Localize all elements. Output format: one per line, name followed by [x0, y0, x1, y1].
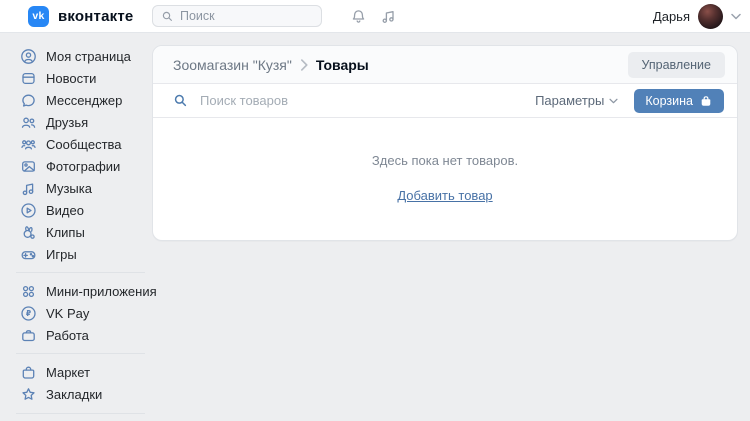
- sidebar-item-label: VK Pay: [46, 306, 89, 321]
- manage-button[interactable]: Управление: [628, 52, 726, 78]
- sidebar-item-label: Друзья: [46, 115, 88, 130]
- sidebar-item-news[interactable]: Новости: [0, 67, 152, 89]
- sidebar-item-label: Фотографии: [46, 159, 120, 174]
- sidebar-item-label: Новости: [46, 71, 96, 86]
- sidebar-item-friends[interactable]: Друзья: [0, 111, 152, 133]
- sidebar-item-label: Маркет: [46, 365, 90, 380]
- sidebar-item-label: Работа: [46, 328, 89, 343]
- sidebar-item-music[interactable]: Музыка: [0, 177, 152, 199]
- card-header: Зоомагазин "Кузя" Товары Управление: [153, 46, 737, 84]
- breadcrumb-current-page: Товары: [316, 57, 369, 73]
- clips-icon: [20, 224, 37, 241]
- vk-logo-text: вконтакте: [58, 8, 133, 25]
- messenger-icon: [20, 92, 37, 109]
- global-search-input[interactable]: [180, 9, 313, 23]
- vkpay-icon: ₽: [20, 305, 37, 322]
- products-search-input[interactable]: [200, 93, 527, 108]
- user-name: Дарья: [653, 9, 690, 24]
- sidebar-item-label: Игры: [46, 247, 77, 262]
- friends-icon: [20, 114, 37, 131]
- sidebar-item-vkpay[interactable]: ₽ VK Pay: [0, 302, 152, 324]
- search-icon: [173, 93, 188, 108]
- games-icon: [20, 246, 37, 263]
- parameters-dropdown[interactable]: Параметры: [535, 93, 618, 108]
- sidebar-item-photos[interactable]: Фотографии: [0, 155, 152, 177]
- avatar: [698, 4, 723, 29]
- sidebar-item-label: Моя страница: [46, 49, 131, 64]
- chevron-down-icon: [609, 98, 618, 104]
- work-icon: [20, 327, 37, 344]
- user-menu[interactable]: Дарья: [653, 0, 741, 33]
- chevron-right-icon: [300, 59, 308, 71]
- add-product-link[interactable]: Добавить товар: [397, 188, 492, 203]
- chevron-down-icon: [731, 13, 741, 20]
- music-icon[interactable]: [380, 8, 397, 25]
- profile-icon: [20, 48, 37, 65]
- shopping-bag-icon: [699, 94, 713, 108]
- video-icon: [20, 202, 37, 219]
- sidebar-item-label: Сообщества: [46, 137, 122, 152]
- vk-app-screen: vk вконтакте Дарья Мо: [0, 0, 750, 420]
- sidebar-item-work[interactable]: Работа: [0, 324, 152, 346]
- cart-button-label: Корзина: [645, 94, 693, 108]
- bookmarks-icon: [20, 386, 37, 403]
- products-toolbar: Параметры Корзина: [153, 84, 737, 118]
- market-icon: [20, 364, 37, 381]
- sidebar-item-games[interactable]: Игры: [0, 243, 152, 265]
- communities-icon: [20, 136, 37, 153]
- sidebar-item-label: Закладки: [46, 387, 102, 402]
- sidebar-item-messenger[interactable]: Мессенджер: [0, 89, 152, 111]
- sidebar-item-label: Музыка: [46, 181, 92, 196]
- sidebar-item-video[interactable]: Видео: [0, 199, 152, 221]
- top-navigation-bar: vk вконтакте Дарья: [0, 0, 750, 33]
- vk-logo[interactable]: vk вконтакте: [28, 6, 133, 27]
- music-icon: [20, 180, 37, 197]
- bell-icon[interactable]: [350, 8, 367, 25]
- products-card: Зоомагазин "Кузя" Товары Управление Пара…: [152, 45, 738, 241]
- global-search[interactable]: [152, 5, 322, 27]
- svg-text:₽: ₽: [26, 309, 31, 318]
- sidebar-divider: [16, 413, 145, 414]
- news-icon: [20, 70, 37, 87]
- parameters-label: Параметры: [535, 93, 604, 108]
- sidebar-divider: [16, 353, 145, 354]
- sidebar-item-clips[interactable]: Клипы: [0, 221, 152, 243]
- sidebar-item-communities[interactable]: Сообщества: [0, 133, 152, 155]
- miniapps-icon: [20, 283, 37, 300]
- sidebar-item-label: Видео: [46, 203, 84, 218]
- sidebar-item-label: Мини-приложения: [46, 284, 157, 299]
- sidebar-item-miniapps[interactable]: Мини-приложения: [0, 280, 152, 302]
- breadcrumb-shop-link[interactable]: Зоомагазин "Кузя": [173, 57, 292, 73]
- sidebar-navigation: Моя страница Новости Мессенджер Друзья С: [0, 33, 152, 421]
- empty-state-message: Здесь пока нет товаров.: [153, 153, 737, 168]
- sidebar-item-bookmarks[interactable]: Закладки: [0, 383, 152, 405]
- cart-button[interactable]: Корзина: [634, 89, 724, 113]
- photos-icon: [20, 158, 37, 175]
- sidebar-item-label: Мессенджер: [46, 93, 122, 108]
- sidebar-item-label: Клипы: [46, 225, 85, 240]
- sidebar-divider: [16, 272, 145, 273]
- sidebar-item-my-page[interactable]: Моя страница: [0, 45, 152, 67]
- empty-state: Здесь пока нет товаров. Добавить товар: [153, 118, 737, 240]
- search-icon: [161, 10, 174, 23]
- sidebar-item-market[interactable]: Маркет: [0, 361, 152, 383]
- vk-logo-icon: vk: [28, 6, 49, 27]
